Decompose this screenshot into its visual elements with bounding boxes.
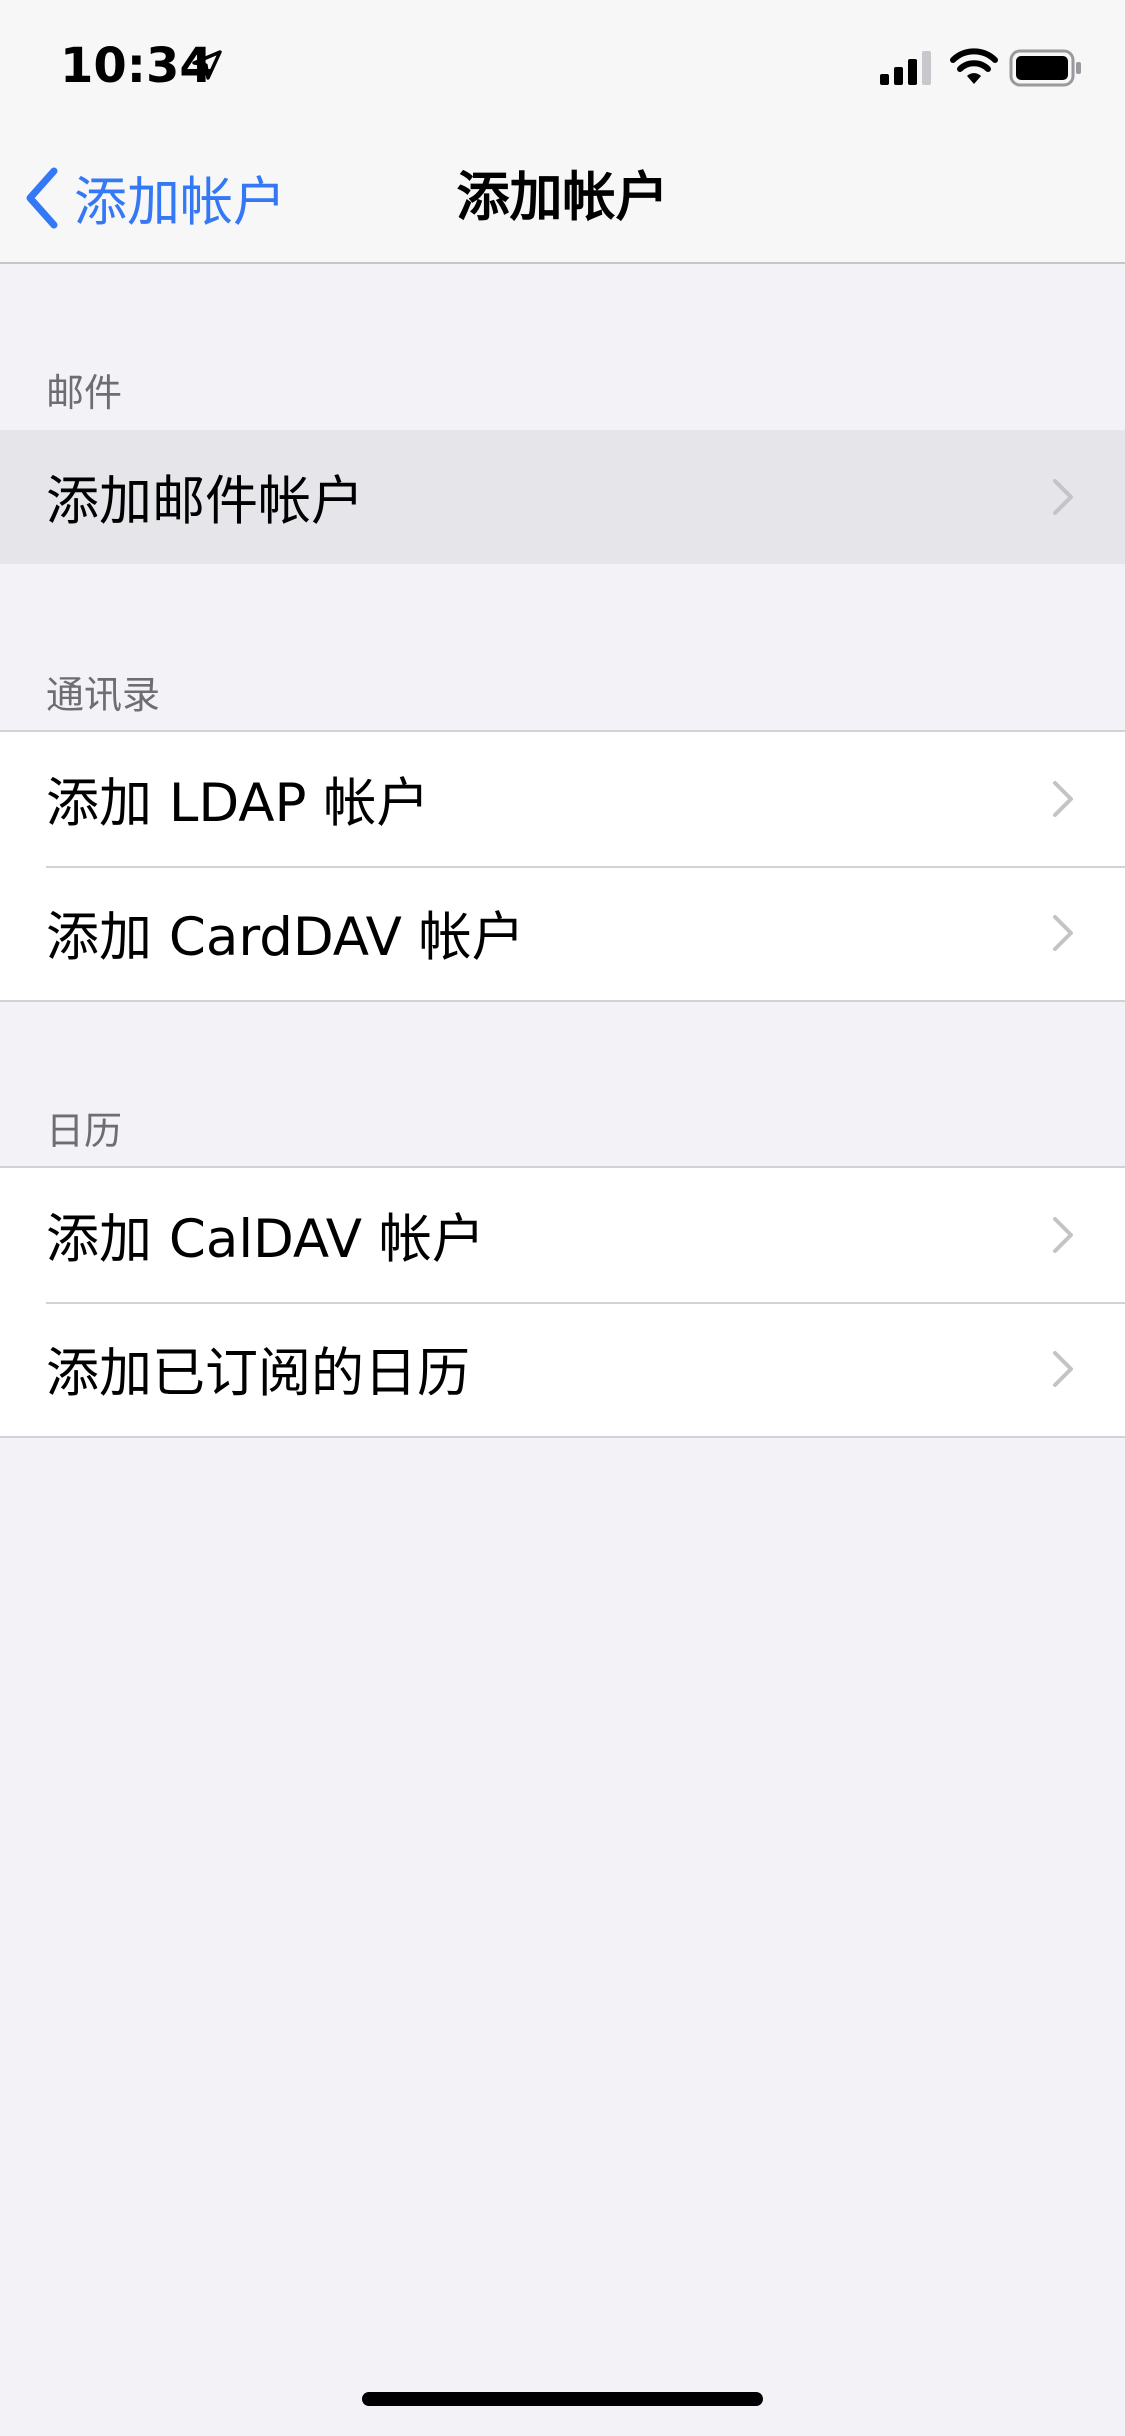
cell-label: 添加 CalDAV 帐户 bbox=[46, 1209, 485, 1270]
signal-icon bbox=[880, 51, 931, 85]
location-icon bbox=[192, 50, 222, 80]
cell-label: 添加邮件帐户 bbox=[46, 471, 364, 532]
chevron-right-icon bbox=[1053, 915, 1073, 951]
home-indicator[interactable] bbox=[362, 2392, 763, 2406]
cell-label: 添加 LDAP 帐户 bbox=[46, 773, 430, 834]
mail-group: 添加邮件帐户 bbox=[0, 430, 1125, 564]
status-bar: 10:34 bbox=[0, 0, 1125, 132]
chevron-right-icon bbox=[1053, 781, 1073, 817]
section-header-calendar: 日历 bbox=[46, 1109, 123, 1153]
section-header-contacts: 通讯录 bbox=[46, 673, 161, 717]
contacts-group: 添加 LDAP 帐户 添加 CardDAV 帐户 bbox=[0, 730, 1125, 1002]
battery-icon bbox=[1009, 49, 1081, 87]
chevron-right-icon bbox=[1053, 1217, 1073, 1253]
chevron-right-icon bbox=[1053, 479, 1073, 515]
navigation-bar: 添加帐户 添加帐户 bbox=[0, 132, 1125, 264]
wifi-icon bbox=[950, 48, 998, 84]
chevron-right-icon bbox=[1053, 1351, 1073, 1387]
section-header-mail: 邮件 bbox=[46, 371, 123, 415]
add-mail-account-row[interactable]: 添加邮件帐户 bbox=[0, 430, 1125, 564]
page-title: 添加帐户 bbox=[456, 167, 669, 228]
calendar-group: 添加 CalDAV 帐户 添加已订阅的日历 bbox=[0, 1166, 1125, 1438]
add-subscribed-calendar-row[interactable]: 添加已订阅的日历 bbox=[0, 1302, 1125, 1436]
add-ldap-account-row[interactable]: 添加 LDAP 帐户 bbox=[0, 732, 1125, 866]
add-carddav-account-row[interactable]: 添加 CardDAV 帐户 bbox=[0, 866, 1125, 1000]
cell-label: 添加 CardDAV 帐户 bbox=[46, 907, 525, 968]
add-caldav-account-row[interactable]: 添加 CalDAV 帐户 bbox=[0, 1168, 1125, 1302]
cell-label: 添加已订阅的日历 bbox=[46, 1343, 470, 1404]
